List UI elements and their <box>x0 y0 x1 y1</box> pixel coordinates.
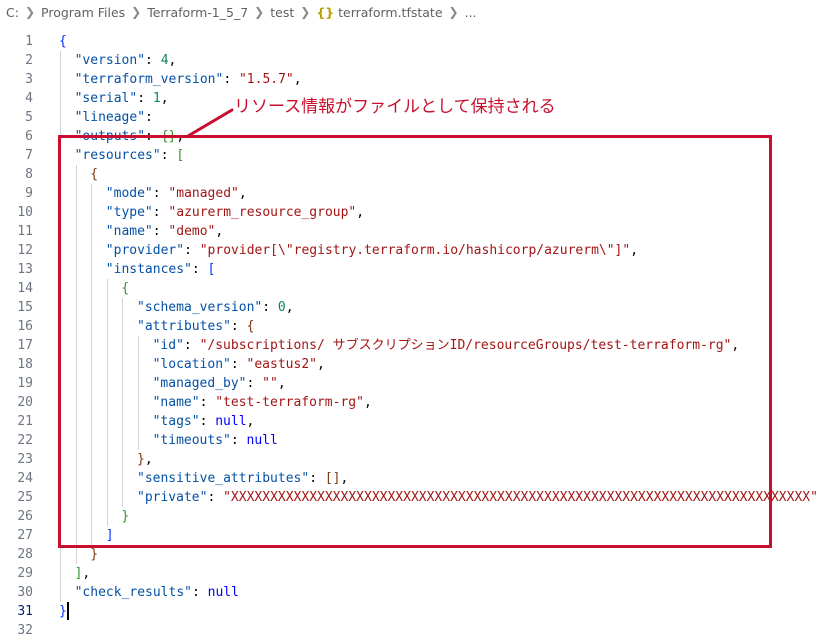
code-token: "terraform_version" <box>74 72 224 87</box>
breadcrumb-more[interactable]: ... <box>465 5 477 20</box>
code-text: "serial": 1, <box>75 89 169 108</box>
line-number: 21 <box>17 414 33 429</box>
line-number: 5 <box>25 110 33 125</box>
code-text: "terraform_version": "1.5.7", <box>75 70 302 89</box>
breadcrumb-file[interactable]: terraform.tfstate <box>338 5 442 20</box>
code-line[interactable]: 30 "check_results": null <box>0 583 840 602</box>
code-token: 1 <box>152 91 161 106</box>
chevron-right-icon: ❯ <box>131 5 142 19</box>
line-number: 29 <box>17 566 33 581</box>
line-number: 26 <box>17 509 33 524</box>
line-number: 23 <box>17 452 33 467</box>
line-number: 7 <box>25 148 33 163</box>
code-line[interactable]: 32 <box>0 621 840 640</box>
line-number: 25 <box>17 490 33 505</box>
breadcrumb-test-folder[interactable]: test <box>270 5 294 20</box>
highlight-box <box>58 135 772 548</box>
code-token: } <box>90 547 99 562</box>
line-number: 8 <box>25 167 33 182</box>
code-text: { <box>59 32 67 51</box>
code-text: "lineage": <box>75 108 153 127</box>
code-token: "serial" <box>74 91 138 106</box>
line-number: 27 <box>17 528 33 543</box>
line-number: 10 <box>17 205 33 220</box>
line-number: 19 <box>17 376 33 391</box>
code-line[interactable]: 29], <box>0 564 840 583</box>
line-number: 24 <box>17 471 33 486</box>
code-line[interactable]: 2 "version": 4, <box>0 51 840 70</box>
line-number: 2 <box>25 53 33 68</box>
line-number: 32 <box>17 623 33 638</box>
code-token: } <box>59 604 67 619</box>
annotation-text: リソース情報がファイルとして保持される <box>234 97 556 117</box>
line-number: 17 <box>17 338 33 353</box>
code-line[interactable]: 1{ <box>0 32 840 51</box>
code-token: : <box>137 91 153 106</box>
breadcrumb-terraform-folder[interactable]: Terraform-1_5_7 <box>147 5 248 20</box>
line-number: 1 <box>25 34 33 49</box>
line-number: 15 <box>17 300 33 315</box>
code-token: "check_results" <box>74 585 192 600</box>
code-token: "1.5.7" <box>238 72 294 87</box>
line-number: 30 <box>17 585 33 600</box>
json-braces-icon: {} <box>316 4 335 20</box>
line-number: 28 <box>17 547 33 562</box>
code-line[interactable]: 3 "terraform_version": "1.5.7", <box>0 70 840 89</box>
line-number: 22 <box>17 433 33 448</box>
text-cursor <box>67 602 69 620</box>
code-token: : <box>145 53 161 68</box>
chevron-right-icon: ❯ <box>254 5 265 19</box>
line-number: 4 <box>25 91 33 106</box>
breadcrumb-program-files[interactable]: Program Files <box>41 5 125 20</box>
line-number: 16 <box>17 319 33 334</box>
line-number: 3 <box>25 72 33 87</box>
code-token: , <box>293 72 302 87</box>
line-number: 12 <box>17 243 33 258</box>
line-number: 20 <box>17 395 33 410</box>
code-token: : <box>223 72 239 87</box>
code-token: 4 <box>160 53 169 68</box>
code-text: ], <box>75 564 91 583</box>
breadcrumb: C: ❯ Program Files ❯ Terraform-1_5_7 ❯ t… <box>0 0 840 24</box>
code-token: : <box>192 585 208 600</box>
code-token: null <box>207 585 239 600</box>
code-token: { <box>59 34 67 49</box>
line-number: 13 <box>17 262 33 277</box>
line-number: 14 <box>17 281 33 296</box>
chevron-right-icon: ❯ <box>448 5 459 19</box>
code-line[interactable]: 31} <box>0 602 840 621</box>
code-token: "version" <box>74 53 146 68</box>
code-token: , <box>82 566 91 581</box>
code-text: "version": 4, <box>75 51 177 70</box>
code-token: : <box>145 110 153 125</box>
code-token: , <box>168 53 177 68</box>
chevron-right-icon: ❯ <box>24 5 36 19</box>
chevron-right-icon: ❯ <box>300 5 311 19</box>
line-number: 6 <box>25 129 33 144</box>
breadcrumb-drive[interactable]: C: <box>6 5 19 20</box>
line-number: 11 <box>17 224 33 239</box>
code-text: } <box>59 602 67 621</box>
line-number: 9 <box>25 186 33 201</box>
code-token: , <box>160 91 169 106</box>
line-number: 18 <box>17 357 33 372</box>
line-number: 31 <box>17 604 33 619</box>
code-token: "lineage" <box>74 110 146 125</box>
code-text: "check_results": null <box>75 583 239 602</box>
